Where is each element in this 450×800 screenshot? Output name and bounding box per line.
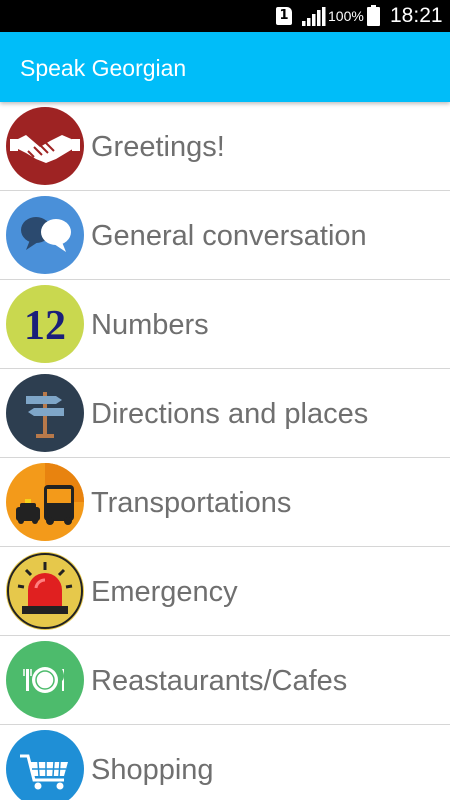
category-item-numbers[interactable]: 12 Numbers (0, 280, 450, 369)
category-item-directions-and-places[interactable]: Directions and places (0, 369, 450, 458)
number-12-text: 12 (24, 303, 66, 349)
number-12-icon: 12 (6, 285, 84, 363)
signal-strength-icon (302, 7, 326, 26)
speech-bubbles-icon (6, 196, 84, 274)
battery-percentage: 100% (328, 8, 364, 24)
taxi-bus-icon (6, 463, 84, 541)
category-label: Emergency (91, 576, 238, 608)
category-item-emergency[interactable]: Emergency (0, 547, 450, 636)
plate-cutlery-icon (6, 641, 84, 719)
category-label: General conversation (91, 220, 367, 252)
category-label: Reastaurants/Cafes (91, 665, 348, 697)
category-label: Directions and places (91, 398, 369, 430)
battery-icon (367, 5, 380, 26)
category-label: Shopping (91, 754, 214, 786)
handshake-icon (6, 107, 84, 185)
category-item-general-conversation[interactable]: General conversation (0, 191, 450, 280)
app-bar: Speak Georgian (0, 32, 450, 102)
category-item-restaurants-cafes[interactable]: Reastaurants/Cafes (0, 636, 450, 725)
category-label: Numbers (91, 309, 209, 341)
app-title: Speak Georgian (20, 55, 187, 81)
category-label: Greetings! (91, 131, 225, 163)
category-item-greetings[interactable]: Greetings! (0, 102, 450, 191)
status-bar: 1 100% 18:21 (0, 0, 450, 32)
sim-card-icon: 1 (276, 7, 292, 25)
clock: 18:21 (390, 4, 443, 27)
category-item-transportations[interactable]: Transportations (0, 458, 450, 547)
category-item-shopping[interactable]: Shopping (0, 725, 450, 800)
shopping-cart-icon (6, 730, 84, 800)
siren-icon (6, 552, 84, 630)
category-label: Transportations (91, 487, 292, 519)
category-list[interactable]: Greetings! General conversation 12 Numbe… (0, 102, 450, 800)
signpost-icon (6, 374, 84, 452)
